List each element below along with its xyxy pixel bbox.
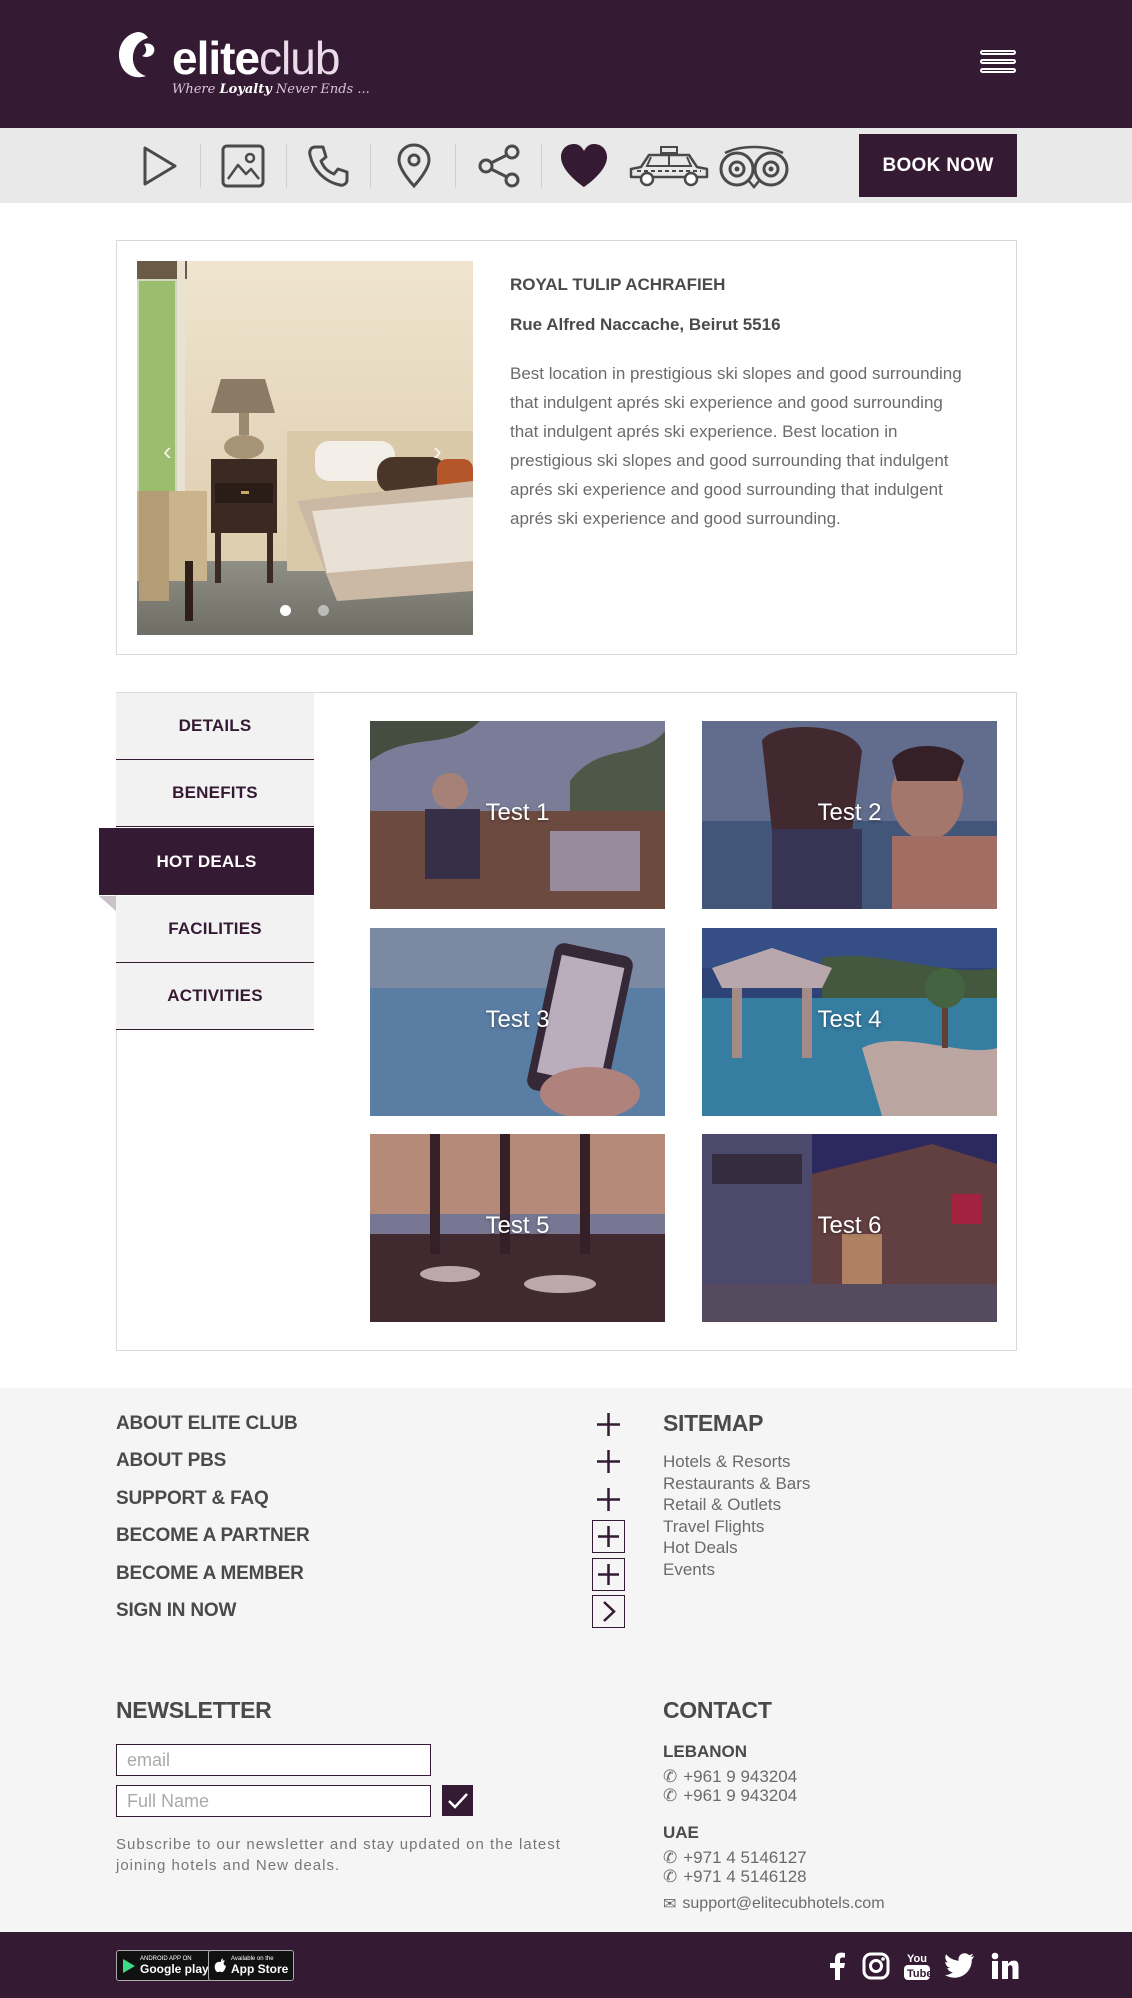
hotel-description: Best location in prestigious ski slopes … [510,364,962,528]
carousel-next-icon[interactable]: › [433,436,442,467]
deal-label: Test 2 [817,799,882,826]
youtube-icon[interactable]: You Tube [900,1949,934,1983]
deal-card[interactable]: Test 2 [702,721,997,909]
contact-email-link[interactable]: ✉ support@elitecubhotels.com [663,1894,885,1914]
deal-card[interactable]: Test 4 [702,928,997,1116]
newsletter-note: Subscribe to our newsletter and stay upd… [116,1836,561,1874]
deal-card[interactable]: Test 6 [702,1134,997,1322]
tab-hot-deals[interactable]: HOT DEALS [99,828,314,895]
sitemap-link[interactable]: Events [663,1560,715,1580]
deal-label: Test 5 [485,1212,550,1239]
twitter-icon[interactable] [943,1949,977,1983]
taxi-icon[interactable] [626,138,712,194]
tab-facilities[interactable]: FACILITIES [116,896,314,963]
newsletter-title: NEWSLETTER [116,1697,272,1723]
linkedin-icon[interactable] [988,1949,1022,1983]
logo-wordmark: eliteclub [172,32,340,84]
apple-icon [214,1958,226,1972]
plus-boxed-icon[interactable] [592,1520,625,1553]
hotel-summary-card: ‹ › ROYAL TULIP ACHRAFIEH Rue Alfred Nac… [116,240,1017,655]
newsletter-email-input[interactable] [116,1744,431,1776]
accordion-about-elite-club[interactable]: ABOUT ELITE CLUB [116,1413,298,1435]
contact-country-uae: UAE [663,1823,699,1842]
accordion-support-faq[interactable]: SUPPORT & FAQ [116,1488,269,1510]
tripadvisor-icon[interactable] [714,138,794,194]
phone-icon: ✆ [663,1786,678,1805]
chevron-right-boxed-icon[interactable] [592,1595,625,1628]
plus-icon[interactable] [592,1483,625,1516]
contact-phone[interactable]: ✆ +961 9 943204 [663,1767,797,1787]
bottom-bar: ANDROID APP ON Google play Available on t… [0,1932,1132,1998]
svg-text:You: You [907,1953,927,1965]
active-tab-fold [99,896,116,911]
hotel-address: Rue Alfred Naccache, Beirut 5516 [510,315,781,334]
carousel-dot[interactable] [318,605,329,616]
heart-icon[interactable] [549,138,619,194]
tab-details[interactable]: DETAILS [116,693,314,760]
sitemap-link[interactable]: Retail & Outlets [663,1495,781,1515]
deal-card[interactable]: Test 3 [370,928,665,1116]
tab-benefits[interactable]: BENEFITS [116,760,314,827]
sitemap-title: SITEMAP [663,1410,764,1436]
plus-icon[interactable] [592,1408,625,1441]
deal-label: Test 4 [817,1006,882,1033]
site-header: eliteclub Where Loyalty Never Ends ... [0,0,1132,128]
deal-label: Test 6 [817,1212,882,1239]
instagram-icon[interactable] [859,1949,893,1983]
accordion-sign-in-now[interactable]: SIGN IN NOW [116,1600,236,1622]
deal-label: Test 3 [485,1006,550,1033]
hamburger-menu-icon[interactable] [980,50,1016,80]
hotel-name: ROYAL TULIP ACHRAFIEH [510,275,726,294]
logo-tagline: Where Loyalty Never Ends ... [172,82,370,97]
phone-icon: ✆ [663,1848,678,1867]
newsletter-submit-button[interactable] [442,1785,473,1816]
contact-phone[interactable]: ✆ +971 4 5146127 [663,1848,807,1868]
contact-phone[interactable]: ✆ +971 4 5146128 [663,1867,807,1887]
google-play-badge[interactable]: ANDROID APP ON Google play [116,1950,215,1981]
plus-boxed-icon[interactable] [592,1558,625,1591]
deal-card[interactable]: Test 5 [370,1134,665,1322]
book-now-button[interactable]: BOOK NOW [859,134,1017,197]
play-icon[interactable] [124,138,194,194]
newsletter-name-input[interactable] [116,1785,431,1817]
phone-icon[interactable] [293,138,363,194]
svg-text:Tube: Tube [907,1968,931,1980]
accordion-become-partner[interactable]: BECOME A PARTNER [116,1525,310,1547]
phone-icon: ✆ [663,1767,678,1786]
contact-phone[interactable]: ✆ +961 9 943204 [663,1786,797,1806]
deal-label: Test 1 [485,799,550,826]
hotel-image-carousel[interactable]: ‹ › [137,261,473,635]
sitemap-link[interactable]: Restaurants & Bars [663,1474,810,1494]
envelope-icon: ✉ [663,1896,677,1913]
sitemap-link[interactable]: Travel Flights [663,1517,764,1537]
app-store-badge[interactable]: Available on the App Store [208,1950,295,1981]
sitemap-link[interactable]: Hotels & Resorts [663,1452,791,1472]
location-pin-icon[interactable] [379,138,449,194]
tab-activities[interactable]: ACTIVITIES [116,963,314,1030]
deal-card[interactable]: Test 1 [370,721,665,909]
carousel-prev-icon[interactable]: ‹ [163,436,172,467]
accordion-about-pbs[interactable]: ABOUT PBS [116,1450,226,1472]
checkmark-icon [447,1792,468,1809]
phone-icon: ✆ [663,1867,678,1886]
contact-country-lebanon: LEBANON [663,1742,748,1761]
elite-club-logo[interactable]: eliteclub Where Loyalty Never Ends ... [116,30,376,102]
sitemap-link[interactable]: Hot Deals [663,1538,738,1558]
contact-title: CONTACT [663,1697,772,1723]
gallery-icon[interactable] [208,138,278,194]
google-play-icon [123,1958,135,1973]
share-icon[interactable] [464,138,534,194]
logo-mark-icon [118,32,155,78]
plus-icon[interactable] [592,1445,625,1478]
accordion-become-member[interactable]: BECOME A MEMBER [116,1563,304,1585]
carousel-dot-active[interactable] [280,605,291,616]
facebook-icon[interactable] [820,1949,854,1983]
